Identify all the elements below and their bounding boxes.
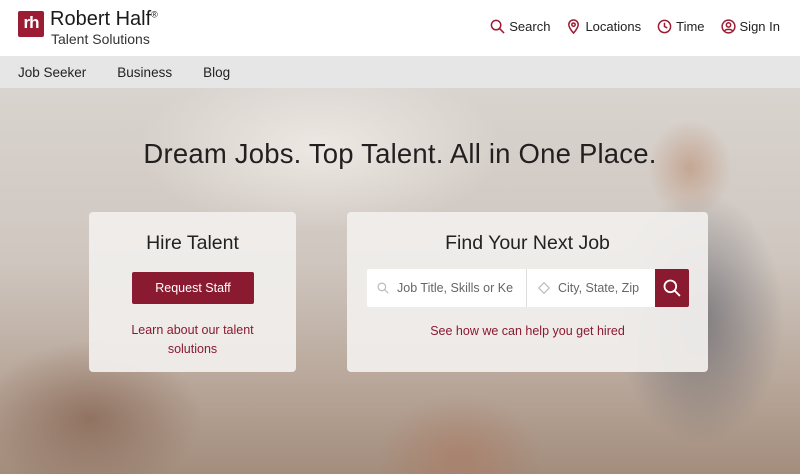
search-icon — [377, 282, 389, 294]
location-pin-icon — [568, 18, 580, 34]
location-field[interactable] — [528, 269, 654, 307]
talent-solutions-link[interactable]: Learn about our talent solutions — [89, 321, 296, 359]
clock-icon — [657, 19, 672, 33]
search-icon — [490, 19, 505, 34]
job-search-form — [367, 269, 689, 307]
site-header: rh Robert Half® Talent Solutions Search … — [0, 0, 800, 56]
job-title-input[interactable] — [397, 281, 513, 295]
utility-search-label: Search — [509, 18, 551, 34]
utility-time-label: Time — [676, 18, 705, 34]
job-title-field[interactable] — [367, 269, 527, 307]
rh-logo-mark: rh — [18, 11, 44, 37]
utility-sign-in[interactable]: Sign In — [720, 18, 780, 34]
main-nav: Job Seeker Business Blog — [0, 56, 800, 88]
utility-time[interactable]: Time — [657, 18, 705, 34]
location-diamond-icon — [538, 282, 550, 294]
robert-half-logo[interactable]: rh Robert Half® Talent Solutions — [18, 8, 198, 48]
nav-business[interactable]: Business — [117, 65, 172, 80]
utility-search[interactable]: Search — [490, 19, 550, 34]
utility-locations[interactable]: Locations — [566, 19, 641, 34]
job-search-button[interactable] — [655, 269, 689, 307]
hero-headline: Dream Jobs. Top Talent. All in One Place… — [143, 138, 657, 169]
find-job-title: Find Your Next Job — [445, 232, 610, 254]
user-icon — [720, 18, 736, 34]
utility-sign-in-label: Sign In — [739, 18, 780, 34]
request-staff-button[interactable]: Request Staff — [132, 272, 254, 304]
hire-talent-card: Hire Talent Request Staff Learn about ou… — [89, 212, 296, 372]
brand-subtitle: Talent Solutions — [51, 31, 150, 47]
nav-job-seeker[interactable]: Job Seeker — [18, 65, 86, 80]
hero-section: Dream Jobs. Top Talent. All in One Place… — [0, 88, 800, 474]
nav-blog[interactable]: Blog — [203, 65, 230, 80]
search-icon — [663, 279, 681, 297]
brand-name: Robert Half® — [50, 8, 158, 30]
utility-locations-label: Locations — [585, 18, 642, 34]
location-input[interactable] — [558, 281, 648, 295]
utility-nav: Search Locations Time Sign In — [490, 16, 780, 36]
hire-talent-title: Hire Talent — [146, 232, 239, 254]
get-hired-link[interactable]: See how we can help you get hired — [347, 324, 708, 338]
find-job-card: Find Your Next Job See how we can help y… — [347, 212, 708, 372]
